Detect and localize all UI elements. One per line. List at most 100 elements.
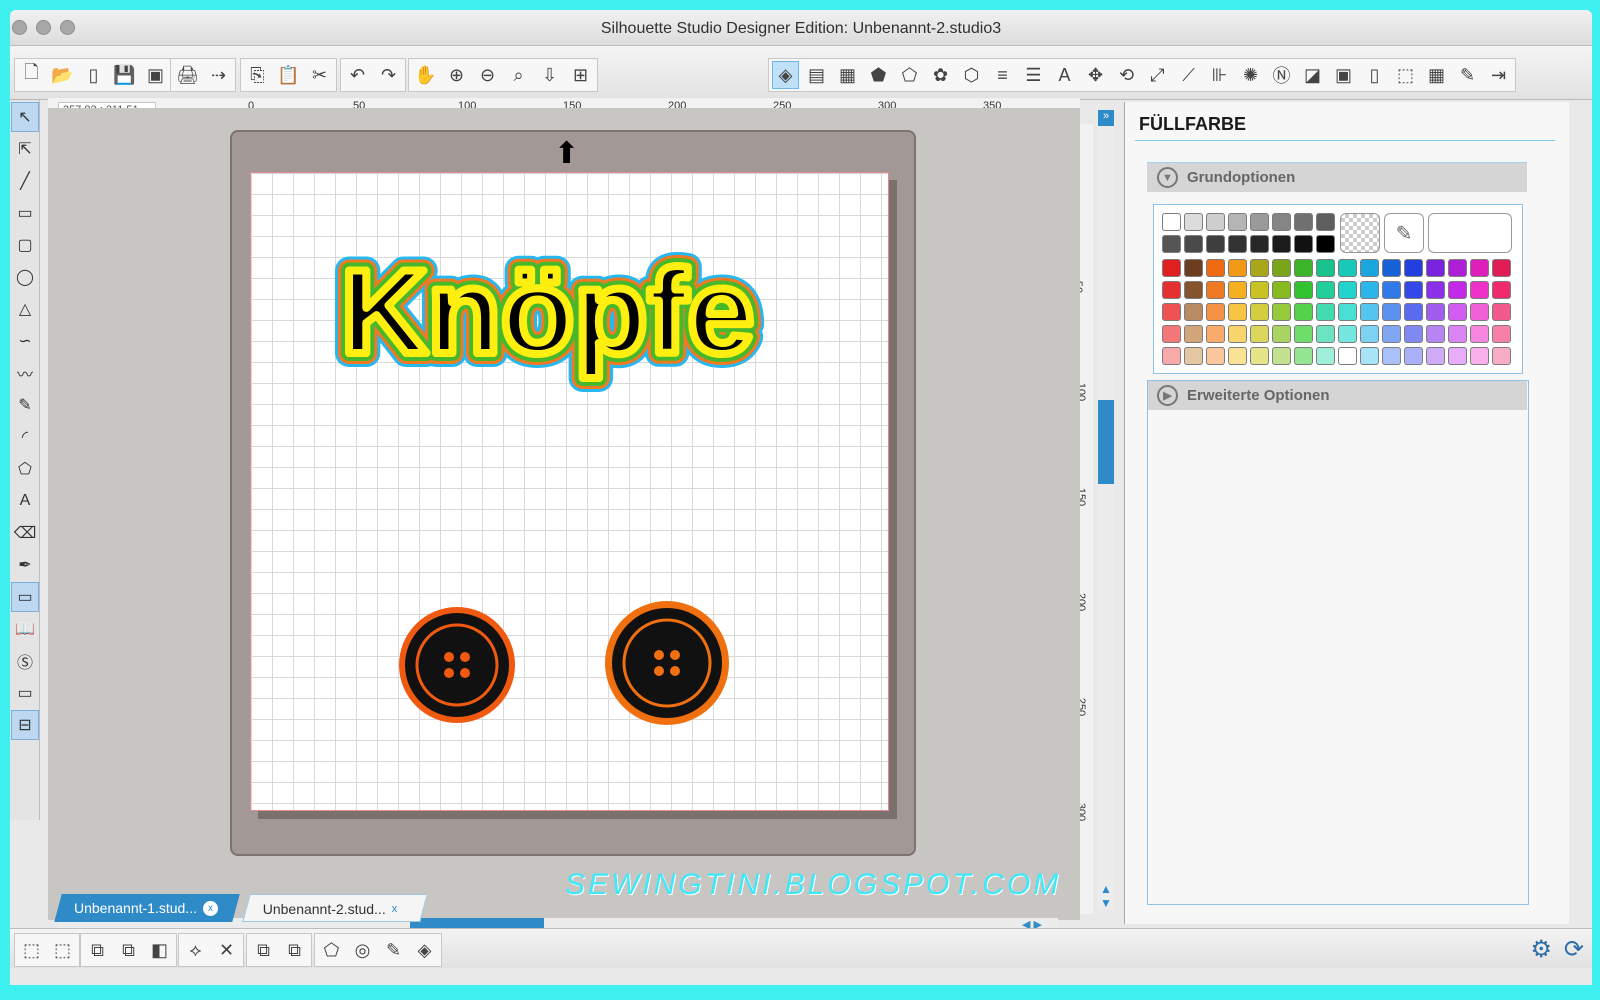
color-swatch[interactable]	[1448, 325, 1467, 343]
advanced-options-header[interactable]: ▶ Erweiterte Optionen	[1147, 380, 1527, 410]
color-swatch[interactable]	[1382, 281, 1401, 299]
rhinestone-icon[interactable]: ◈	[411, 936, 438, 964]
transform-icon[interactable]: ✥	[1082, 61, 1109, 89]
color-swatch[interactable]	[1272, 281, 1291, 299]
color-swatch[interactable]	[1184, 325, 1203, 343]
color-swatch[interactable]	[1228, 281, 1247, 299]
tab-document-2[interactable]: Unbenannt-2.stud... x	[242, 894, 428, 922]
color-swatch[interactable]	[1492, 259, 1511, 277]
color-swatch[interactable]	[1448, 281, 1467, 299]
color-swatch[interactable]	[1162, 213, 1181, 231]
line-color-icon[interactable]: ≡	[989, 61, 1016, 89]
color-swatch[interactable]	[1470, 281, 1489, 299]
color-swatch[interactable]	[1250, 213, 1269, 231]
color-swatch[interactable]	[1228, 259, 1247, 277]
color-swatch[interactable]	[1470, 303, 1489, 321]
copy-icon[interactable]: ⎘	[244, 61, 271, 89]
library-view-icon[interactable]: 📖	[11, 614, 39, 644]
weld-icon[interactable]: ◧	[146, 936, 173, 964]
color-swatch[interactable]	[1338, 325, 1357, 343]
color-swatch[interactable]	[1206, 325, 1225, 343]
color-swatch[interactable]	[1294, 281, 1313, 299]
zoom-select-icon[interactable]: ⌕	[505, 61, 532, 89]
color-swatch[interactable]	[1162, 281, 1181, 299]
release-compound-icon[interactable]: ⧉	[115, 936, 142, 964]
color-swatch[interactable]	[1184, 213, 1203, 231]
shape-style-icon[interactable]: ✿	[927, 61, 954, 89]
color-swatch[interactable]	[1470, 347, 1489, 365]
color-swatch[interactable]	[1360, 259, 1379, 277]
grid-icon[interactable]: ▦	[1423, 61, 1450, 89]
color-swatch[interactable]	[1470, 259, 1489, 277]
bring-front-icon[interactable]: ⧉	[250, 936, 277, 964]
color-swatch[interactable]	[1250, 347, 1269, 365]
paste-icon[interactable]: 📋	[275, 61, 302, 89]
pentagon-outline-icon[interactable]: ⬠	[896, 61, 923, 89]
button-shape-left[interactable]	[399, 607, 515, 723]
color-swatch[interactable]	[1338, 303, 1357, 321]
design-page-grid[interactable]: Knöpfe Knöpfe Knöpfe Knöpfe	[250, 172, 889, 811]
color-swatch[interactable]	[1206, 281, 1225, 299]
arc-tool-icon[interactable]: ◜	[11, 422, 39, 452]
color-swatch[interactable]	[1448, 347, 1467, 365]
text-style-icon[interactable]: A	[1051, 61, 1078, 89]
rotate-icon[interactable]: ⟲	[1113, 61, 1140, 89]
save-library-icon[interactable]: ▣	[142, 61, 169, 89]
color-swatch[interactable]	[1162, 259, 1181, 277]
color-swatch[interactable]	[1360, 325, 1379, 343]
color-swatch[interactable]	[1448, 259, 1467, 277]
color-swatch[interactable]	[1316, 325, 1335, 343]
regular-polygon-tool-icon[interactable]: ⬠	[11, 454, 39, 484]
color-swatch[interactable]	[1250, 259, 1269, 277]
collapse-panel-icon[interactable]: »	[1098, 110, 1114, 126]
select-all-icon[interactable]: ⟡	[182, 936, 209, 964]
color-swatch[interactable]	[1206, 235, 1225, 253]
color-swatch[interactable]	[1250, 303, 1269, 321]
scale-icon[interactable]: ⤢	[1144, 61, 1171, 89]
shape-effect-icon[interactable]: ⬡	[958, 61, 985, 89]
color-swatch[interactable]	[1294, 213, 1313, 231]
library-icon[interactable]: ▯	[80, 61, 107, 89]
drag-zoom-icon[interactable]: ⇩	[536, 61, 563, 89]
color-swatch[interactable]	[1162, 347, 1181, 365]
point-edit-tool-icon[interactable]: ⇱	[11, 134, 39, 164]
freehand-tool-icon[interactable]: 〰	[11, 358, 39, 388]
shear-icon[interactable]: ⟋	[1175, 61, 1202, 89]
replicate-icon[interactable]: ✺	[1237, 61, 1264, 89]
color-swatch[interactable]	[1272, 235, 1291, 253]
knife-tool-icon[interactable]: ✒	[11, 550, 39, 580]
color-swatch[interactable]	[1492, 347, 1511, 365]
color-swatch[interactable]	[1426, 281, 1445, 299]
color-swatch[interactable]	[1162, 325, 1181, 343]
line-style-icon[interactable]: ☰	[1020, 61, 1047, 89]
color-swatch[interactable]	[1272, 347, 1291, 365]
color-swatch[interactable]	[1184, 259, 1203, 277]
split-view-icon[interactable]: ⊟	[11, 710, 39, 740]
send-to-cutter-icon[interactable]: ⇥	[1485, 61, 1512, 89]
color-swatch[interactable]	[1250, 325, 1269, 343]
scroll-down-icon[interactable]: ▼	[1098, 896, 1114, 910]
settings-gear-icon[interactable]: ⚙	[1530, 935, 1552, 964]
color-swatch[interactable]	[1382, 325, 1401, 343]
color-swatch[interactable]	[1316, 259, 1335, 277]
close-tab-icon[interactable]: x	[202, 900, 218, 916]
rectangle-tool-icon[interactable]: ▭	[11, 198, 39, 228]
color-swatch[interactable]	[1404, 259, 1423, 277]
color-swatch[interactable]	[1338, 259, 1357, 277]
undo-icon[interactable]: ↶	[344, 61, 371, 89]
color-swatch[interactable]	[1426, 259, 1445, 277]
color-swatch[interactable]	[1382, 347, 1401, 365]
color-swatch[interactable]	[1426, 303, 1445, 321]
offset-ring-icon[interactable]: ◎	[349, 936, 376, 964]
color-swatch[interactable]	[1184, 347, 1203, 365]
online-store-icon[interactable]: Ⓢ	[11, 646, 39, 676]
color-swatch[interactable]	[1294, 347, 1313, 365]
color-swatch[interactable]	[1492, 325, 1511, 343]
color-swatch[interactable]	[1228, 347, 1247, 365]
color-swatch[interactable]	[1360, 281, 1379, 299]
color-swatch[interactable]	[1316, 303, 1335, 321]
color-swatch[interactable]	[1184, 303, 1203, 321]
color-swatch[interactable]	[1338, 347, 1357, 365]
polygon-tool-icon[interactable]: △	[11, 294, 39, 324]
make-compound-icon[interactable]: ⧉	[84, 936, 111, 964]
